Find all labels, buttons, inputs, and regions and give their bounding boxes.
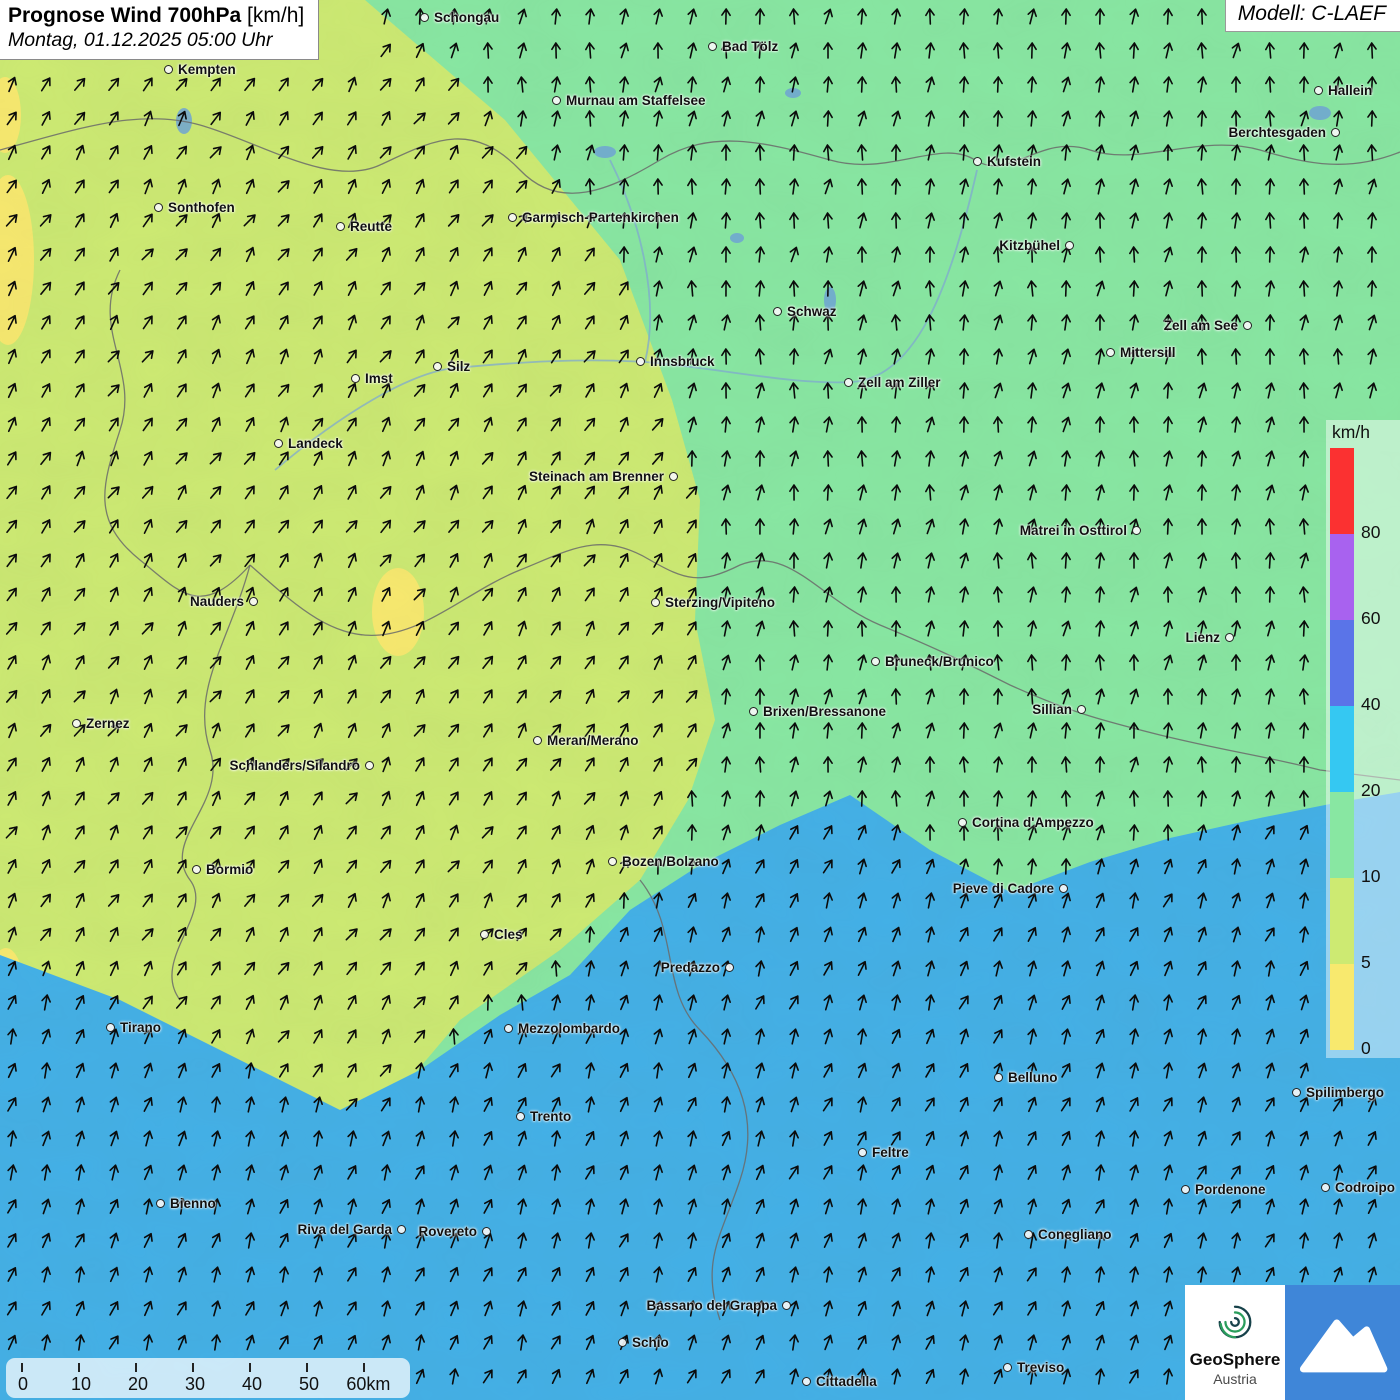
lake xyxy=(730,233,744,243)
legend-color-segment: 5 xyxy=(1330,878,1354,964)
legend-color-segment: 40 xyxy=(1330,620,1354,706)
wind-speed-legend: km/h 806040201050 xyxy=(1326,420,1400,1058)
lake xyxy=(1309,106,1331,120)
legend-color-segment: 80 xyxy=(1330,448,1354,534)
map-scale-bar: 0 10 20 30 40 50 60km xyxy=(6,1358,410,1398)
legend-color-segment: 10 xyxy=(1330,792,1354,878)
map-title-box: Prognose Wind 700hPa [km/h] Montag, 01.1… xyxy=(0,0,319,60)
scalebar-tick-label: 20 xyxy=(128,1374,148,1395)
geosphere-logo-box: GeoSphere Austria xyxy=(1185,1285,1400,1400)
scalebar-tick xyxy=(249,1363,251,1372)
legend-color-segment: 20 xyxy=(1330,706,1354,792)
lake xyxy=(594,146,616,158)
legend-tick-label: 40 xyxy=(1361,694,1380,715)
legend-tick-label: 0 xyxy=(1361,1038,1371,1059)
wind-forecast-map: SchongauBad TölzKemptenMurnau am Staffel… xyxy=(0,0,1400,1400)
scalebar-tick xyxy=(135,1363,137,1372)
geosphere-brand-text: GeoSphere xyxy=(1190,1350,1281,1370)
legend-tick-label: 60 xyxy=(1361,608,1380,629)
scalebar-tick xyxy=(78,1363,80,1372)
scalebar-tick xyxy=(192,1363,194,1372)
model-label: Modell: C-LAEF xyxy=(1238,2,1386,25)
geosphere-swirl-icon xyxy=(1214,1301,1256,1348)
model-label-box: Modell: C-LAEF xyxy=(1225,0,1400,32)
scalebar-tick xyxy=(306,1363,308,1372)
scalebar-tick-label: 10 xyxy=(71,1374,91,1395)
geosphere-logo-left: GeoSphere Austria xyxy=(1185,1285,1285,1400)
scalebar-tick-label: 0 xyxy=(18,1374,28,1395)
scalebar-tick xyxy=(21,1363,23,1372)
map-title: Prognose Wind 700hPa [km/h] xyxy=(8,4,304,28)
scalebar-tick-label: 30 xyxy=(185,1374,205,1395)
geosphere-mountain-icon xyxy=(1285,1285,1400,1400)
legend-tick-label: 80 xyxy=(1361,522,1380,543)
legend-color-segment: 0 xyxy=(1330,964,1354,1050)
map-title-unit: [km/h] xyxy=(247,4,304,27)
scalebar-tick-label: 50 xyxy=(299,1374,319,1395)
map-subtitle-datetime: Montag, 01.12.2025 05:00 Uhr xyxy=(8,29,304,52)
map-canvas xyxy=(0,0,1400,1400)
legend-unit-label: km/h xyxy=(1332,422,1400,443)
legend-tick-label: 10 xyxy=(1361,866,1380,887)
legend-tick-label: 5 xyxy=(1361,952,1371,973)
legend-color-bar: 806040201050 xyxy=(1330,448,1354,1050)
terrain-shading xyxy=(0,0,1400,1400)
legend-color-segment: 60 xyxy=(1330,534,1354,620)
map-title-main: Prognose Wind 700hPa xyxy=(8,4,241,27)
scalebar-tick xyxy=(363,1363,365,1372)
geosphere-country-text: Austria xyxy=(1213,1371,1257,1387)
lake xyxy=(824,287,836,313)
scalebar-tick-label: 40 xyxy=(242,1374,262,1395)
scalebar-tick-label: 60km xyxy=(346,1374,390,1395)
legend-tick-label: 20 xyxy=(1361,780,1380,801)
